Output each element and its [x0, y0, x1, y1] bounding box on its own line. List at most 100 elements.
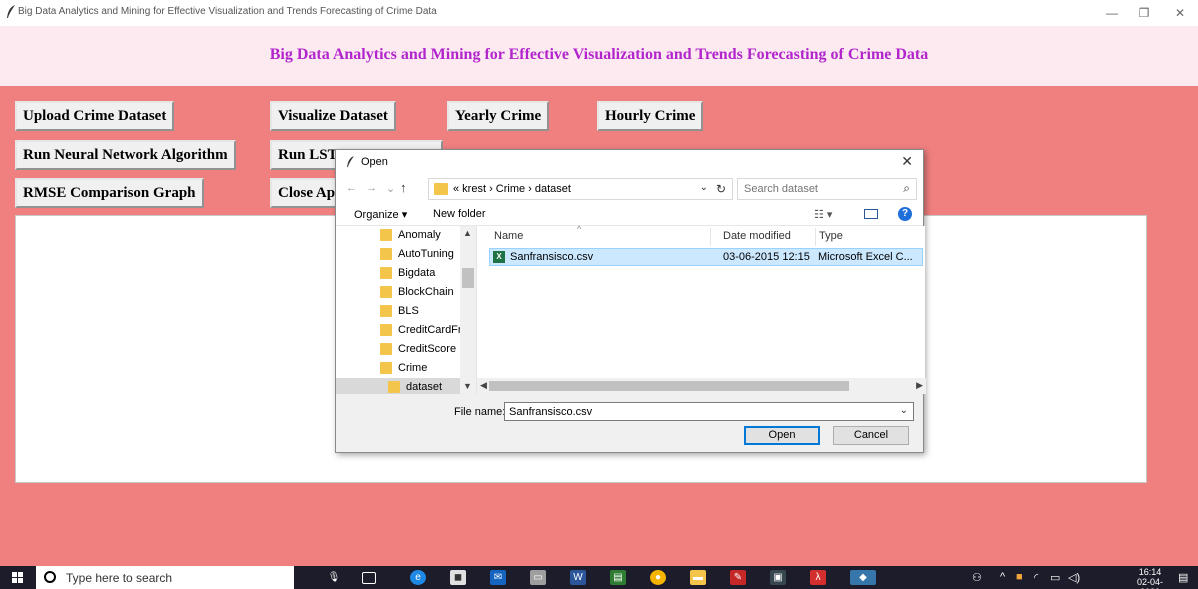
file-row[interactable]: X Sanfransisco.csv 03-06-2015 12:15 Micr… [489, 248, 923, 266]
word-icon[interactable]: W [570, 570, 586, 585]
scroll-up-icon[interactable]: ▲ [463, 228, 472, 238]
paint-icon[interactable]: ✎ [730, 570, 746, 585]
scroll-right-icon[interactable]: ▶ [916, 380, 923, 391]
chevron-down-icon[interactable]: ⌄ [900, 405, 908, 416]
file-name-input[interactable] [509, 405, 889, 418]
tray-app-icon[interactable]: ■ [1016, 571, 1023, 583]
folder-icon [380, 229, 392, 241]
folder-icon [380, 305, 392, 317]
search-box[interactable]: ⌕ [737, 178, 917, 200]
tk-feather-icon [347, 156, 354, 168]
nav-folder-item[interactable]: Crime [336, 359, 460, 378]
breadcrumb-path: « krest › Crime › dataset [453, 183, 571, 195]
upload-crime-dataset-button[interactable]: Upload Crime Dataset [15, 101, 175, 131]
dialog-toolbar: Organize ▾ New folder ☷ ▾ ? [336, 204, 923, 226]
sort-caret-icon: ^ [577, 224, 582, 234]
maximize-button[interactable]: ❐ [1132, 3, 1156, 23]
column-header-type[interactable]: Type [819, 230, 843, 242]
breadcrumb[interactable]: « krest › Crime › dataset ⌄ ↻ [428, 178, 733, 200]
window-title-bar: Big Data Analytics and Mining for Effect… [0, 0, 1198, 26]
file-list-scrollbar[interactable]: ◀ ▶ [477, 378, 926, 394]
taskbar-search-box[interactable]: Type here to search [36, 566, 294, 589]
mail-icon[interactable]: ✉ [490, 570, 506, 585]
open-file-dialog: Open ✕ ← → ⌄ ↑ « krest › Crime › dataset… [335, 149, 926, 453]
yearly-crime-button[interactable]: Yearly Crime [447, 101, 550, 131]
volume-icon[interactable]: ◁) [1068, 571, 1080, 584]
nav-folder-item[interactable]: CreditScore [336, 340, 460, 359]
nav-folder-item[interactable]: CreditCardFraud [336, 321, 460, 340]
file-name-label: File name: [454, 406, 506, 418]
search-icon[interactable]: ⌕ [903, 181, 910, 196]
window-title: Big Data Analytics and Mining for Effect… [18, 6, 437, 17]
refresh-icon[interactable]: ↻ [716, 182, 726, 196]
rmse-comparison-graph-button[interactable]: RMSE Comparison Graph [15, 178, 204, 208]
nav-scrollbar[interactable]: ▲ ▼ [460, 226, 476, 394]
up-arrow-icon[interactable]: ↑ [400, 180, 407, 195]
address-bar: ← → ⌄ ↑ « krest › Crime › dataset ⌄ ↻ ⌕ [336, 174, 923, 204]
python-icon[interactable]: ◆ [850, 570, 876, 585]
nav-folder-item[interactable]: AutoTuning [336, 245, 460, 264]
nav-folder-item-selected[interactable]: dataset [336, 378, 460, 394]
nav-folder-item[interactable]: Anomaly [336, 226, 460, 245]
system-clock[interactable]: 16:14 02-04-2020 [1130, 567, 1170, 589]
run-neural-network-button[interactable]: Run Neural Network Algorithm [15, 140, 236, 170]
clock-time: 16:14 [1138, 567, 1162, 577]
column-header-name[interactable]: Name [494, 230, 523, 242]
task-view-icon[interactable] [362, 572, 376, 584]
window-close-button[interactable]: ✕ [1168, 3, 1192, 23]
cortana-icon [44, 571, 56, 583]
folder-icon [380, 248, 392, 260]
column-divider[interactable] [815, 228, 816, 246]
folder-icon [380, 362, 392, 374]
battery-icon[interactable]: ▭ [1050, 571, 1060, 584]
column-header-date[interactable]: Date modified [723, 230, 791, 242]
help-icon[interactable]: ? [898, 207, 912, 221]
folder-icon [380, 324, 392, 336]
file-date: 03-06-2015 12:15 [723, 251, 810, 263]
tablet-app-icon[interactable]: ▭ [530, 570, 546, 585]
preview-pane-icon[interactable] [864, 209, 878, 219]
scroll-thumb[interactable] [489, 381, 849, 391]
windows-start-icon[interactable] [12, 572, 24, 584]
back-arrow-icon[interactable]: ← [346, 182, 357, 194]
people-icon[interactable]: ⚇ [972, 571, 982, 584]
organize-menu[interactable]: Organize ▾ [354, 208, 407, 221]
nav-folder-item[interactable]: BLS [336, 302, 460, 321]
notifications-icon[interactable]: ▤ [1178, 571, 1188, 584]
terminal-icon[interactable]: ▣ [770, 570, 786, 585]
column-divider[interactable] [710, 228, 711, 246]
file-explorer-icon[interactable]: ▬ [690, 570, 706, 585]
store-icon[interactable]: ◼ [450, 570, 466, 585]
file-name: Sanfransisco.csv [510, 251, 594, 263]
folder-icon [380, 267, 392, 279]
nav-folder-item[interactable]: BlockChain [336, 283, 460, 302]
dialog-close-button[interactable]: ✕ [901, 153, 913, 170]
edge-browser-icon[interactable]: e [410, 570, 426, 585]
folder-icon [380, 286, 392, 298]
scroll-thumb[interactable] [462, 268, 474, 288]
hourly-crime-button[interactable]: Hourly Crime [597, 101, 704, 131]
minimize-button[interactable]: — [1100, 3, 1124, 23]
clock-date: 02-04-2020 [1136, 577, 1163, 589]
show-hidden-icons-chevron-icon[interactable]: ^ [1000, 571, 1005, 583]
visualize-dataset-button[interactable]: Visualize Dataset [270, 101, 396, 131]
scroll-down-icon[interactable]: ▼ [463, 381, 472, 391]
file-name-field[interactable]: ⌄ [504, 402, 914, 421]
recent-locations-icon[interactable]: ⌄ [386, 182, 395, 195]
pdf-reader-icon[interactable]: λ [810, 570, 826, 585]
chrome-icon[interactable]: ● [650, 570, 666, 585]
folder-icon [434, 183, 448, 195]
chevron-down-icon[interactable]: ⌄ [700, 182, 708, 193]
forward-arrow-icon[interactable]: → [366, 182, 377, 194]
cancel-button[interactable]: Cancel [833, 426, 909, 445]
nav-folder-item[interactable]: Bigdata [336, 264, 460, 283]
navigation-pane: Anomaly AutoTuning Bigdata BlockChain BL… [336, 226, 476, 394]
microphone-icon[interactable]: 🎙 [326, 570, 342, 585]
search-input[interactable] [744, 182, 884, 196]
view-options-icon[interactable]: ☷ ▾ [814, 208, 832, 221]
wifi-icon[interactable]: ◜ [1034, 571, 1038, 584]
open-button[interactable]: Open [744, 426, 820, 445]
scroll-left-icon[interactable]: ◀ [480, 380, 487, 391]
new-folder-button[interactable]: New folder [433, 208, 486, 220]
file-app-icon[interactable]: ▤ [610, 570, 626, 585]
